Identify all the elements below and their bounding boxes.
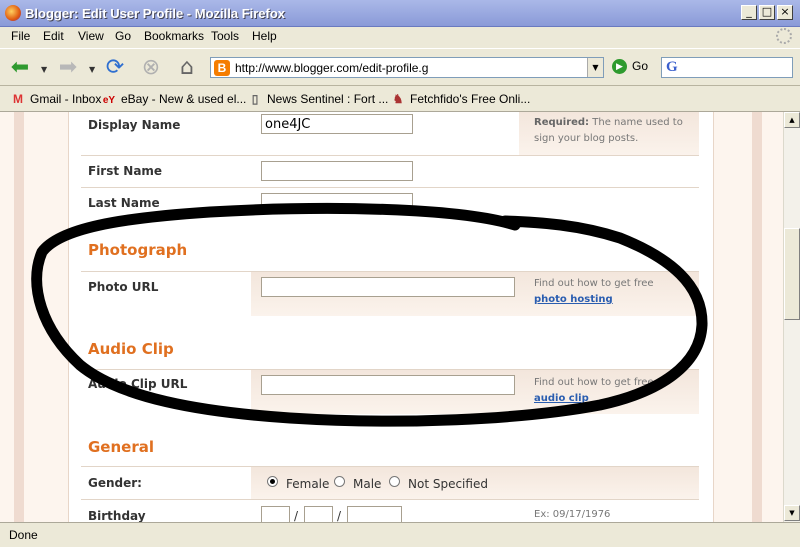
- birthday-day-input[interactable]: [304, 506, 333, 522]
- bookmark-label: News Sentinel : Fort ...: [267, 92, 389, 106]
- page-border-right: [752, 112, 762, 522]
- url-text[interactable]: http://www.blogger.com/edit-profile.g: [235, 61, 428, 75]
- status-bar: Done: [0, 522, 800, 547]
- navigation-toolbar: ⬅ ▼ ➡ ▼ ⟳ ⊗ ⌂ B http://www.blogger.com/e…: [0, 48, 800, 86]
- maximize-button[interactable]: □: [759, 5, 775, 20]
- menu-file[interactable]: File: [11, 29, 30, 43]
- blogger-favicon-icon: B: [214, 60, 230, 76]
- menu-tools[interactable]: Tools: [211, 29, 239, 43]
- ebay-icon: eY: [102, 95, 116, 106]
- divider: [81, 155, 699, 156]
- divider: [81, 187, 699, 188]
- bookmark-ebay[interactable]: eY eBay - New & used el...: [101, 92, 247, 106]
- bookmark-news-sentinel[interactable]: ▯ News Sentinel : Fort ...: [247, 92, 389, 106]
- audio-clip-heading: Audio Clip: [88, 340, 174, 358]
- forward-dropdown-icon[interactable]: ▼: [89, 65, 95, 74]
- go-label: Go: [632, 59, 649, 73]
- gender-radio-male[interactable]: [334, 476, 345, 487]
- birthday-separator: /: [337, 509, 342, 522]
- minimize-button[interactable]: _: [741, 5, 757, 20]
- title-bar: Blogger: Edit User Profile - Mozilla Fir…: [0, 0, 800, 27]
- audio-note-text: Find out how to get free: [534, 377, 654, 388]
- photograph-heading: Photograph: [88, 241, 188, 259]
- birthday-label: Birthday: [88, 509, 146, 522]
- menu-view[interactable]: View: [78, 29, 104, 43]
- photo-url-input[interactable]: [261, 277, 515, 297]
- vertical-scrollbar[interactable]: ▲ ▼: [783, 112, 800, 522]
- gender-female-label: Female: [286, 477, 330, 491]
- bookmark-fetchfido[interactable]: ♞ Fetchfido's Free Onli...: [390, 92, 531, 106]
- bookmark-gmail[interactable]: M Gmail - Inbox: [10, 92, 101, 106]
- gmail-icon: M: [13, 92, 23, 106]
- general-heading: General: [88, 438, 154, 456]
- back-dropdown-icon[interactable]: ▼: [41, 65, 47, 74]
- dog-icon: ♞: [392, 92, 404, 106]
- search-box[interactable]: G: [661, 57, 793, 78]
- close-button[interactable]: ×: [777, 5, 793, 20]
- forward-arrow-icon[interactable]: ➡: [54, 54, 82, 82]
- required-label: Required:: [534, 117, 590, 128]
- scroll-down-icon[interactable]: ▼: [784, 505, 800, 521]
- audio-clip-note: Find out how to get free audio clip: [534, 375, 654, 407]
- display-name-input[interactable]: [261, 114, 413, 134]
- bookmark-label: Gmail - Inbox: [30, 92, 102, 106]
- gender-radio-female[interactable]: [267, 476, 278, 487]
- first-name-label: First Name: [88, 164, 163, 178]
- url-dropdown-icon[interactable]: ▼: [587, 58, 603, 77]
- menu-go[interactable]: Go: [115, 29, 131, 43]
- photo-hosting-note: Find out how to get free photo hosting: [534, 276, 654, 308]
- url-bar[interactable]: B http://www.blogger.com/edit-profile.g …: [210, 57, 604, 78]
- scroll-up-icon[interactable]: ▲: [784, 112, 800, 128]
- page-icon: ▯: [251, 92, 259, 106]
- last-name-input[interactable]: [261, 193, 413, 213]
- photo-note-text: Find out how to get free: [534, 278, 654, 289]
- display-name-label: Display Name: [88, 118, 181, 132]
- home-icon[interactable]: ⌂: [173, 54, 201, 82]
- status-text: Done: [9, 528, 38, 542]
- page-content: Display Name Required: The name used to …: [0, 112, 783, 522]
- back-arrow-icon[interactable]: ⬅: [6, 54, 34, 82]
- window-title: Blogger: Edit User Profile - Mozilla Fir…: [25, 6, 286, 21]
- bookmark-label: eBay - New & used el...: [121, 92, 247, 106]
- birthday-year-input[interactable]: [347, 506, 402, 522]
- photo-hosting-link[interactable]: photo hosting: [534, 294, 613, 305]
- menu-edit[interactable]: Edit: [43, 29, 64, 43]
- browser-window: Blogger: Edit User Profile - Mozilla Fir…: [0, 0, 800, 547]
- birthday-month-input[interactable]: [261, 506, 290, 522]
- bookmark-label: Fetchfido's Free Onli...: [410, 92, 531, 106]
- photo-url-label: Photo URL: [88, 280, 159, 294]
- firefox-icon: [5, 5, 21, 21]
- google-search-icon[interactable]: G: [666, 59, 678, 76]
- audio-clip-url-input[interactable]: [261, 375, 515, 395]
- scroll-thumb[interactable]: [784, 228, 800, 320]
- birthday-example: Ex: 09/17/1976: [534, 509, 611, 520]
- throbber-icon: [776, 28, 792, 44]
- display-name-note: Required: The name used to sign your blo…: [534, 115, 694, 147]
- go-button[interactable]: ▶ Go: [612, 59, 648, 77]
- last-name-label: Last Name: [88, 196, 160, 210]
- gender-radio-not-specified[interactable]: [389, 476, 400, 487]
- birthday-separator: /: [294, 509, 299, 522]
- menu-help[interactable]: Help: [252, 29, 277, 43]
- go-arrow-icon: ▶: [612, 59, 627, 75]
- audio-clip-link[interactable]: audio clip: [534, 393, 589, 404]
- profile-form: Display Name Required: The name used to …: [68, 112, 714, 522]
- divider: [81, 499, 699, 500]
- menu-bookmarks[interactable]: Bookmarks: [144, 29, 204, 43]
- gender-not-specified-label: Not Specified: [408, 477, 488, 491]
- reload-icon[interactable]: ⟳: [101, 54, 129, 82]
- first-name-input[interactable]: [261, 161, 413, 181]
- bookmarks-toolbar: M Gmail - Inbox eY eBay - New & used el...…: [0, 87, 800, 112]
- menu-bar: File Edit View Go Bookmarks Tools Help: [0, 27, 800, 47]
- audio-clip-url-label: Audio Clip URL: [88, 377, 188, 391]
- stop-icon[interactable]: ⊗: [137, 54, 165, 82]
- gender-label: Gender:: [88, 476, 142, 490]
- page-border-left: [14, 112, 24, 522]
- gender-male-label: Male: [353, 477, 382, 491]
